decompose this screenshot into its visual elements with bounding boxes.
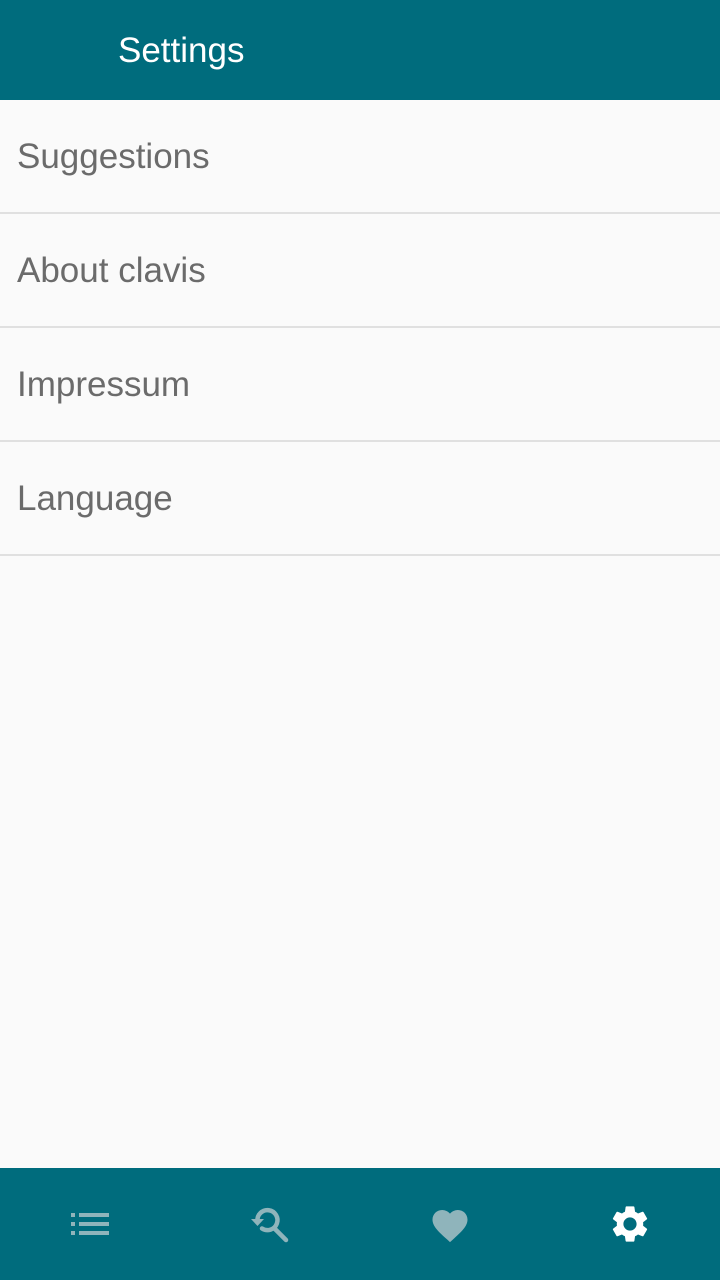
settings-item-about-clavis[interactable]: About clavis — [0, 214, 720, 328]
list-icon — [71, 1213, 109, 1235]
settings-screen: Settings Suggestions About clavis Impres… — [0, 0, 720, 1280]
settings-item-suggestions[interactable]: Suggestions — [0, 100, 720, 214]
nav-tab-search[interactable] — [180, 1168, 360, 1280]
nav-tab-list[interactable] — [0, 1168, 180, 1280]
app-bar: Settings — [0, 0, 720, 100]
heart-icon — [432, 1210, 468, 1243]
settings-list: Suggestions About clavis Impressum Langu… — [0, 100, 720, 556]
search-history-icon — [251, 1207, 289, 1243]
settings-item-label: Impressum — [17, 365, 191, 404]
settings-item-label: About clavis — [17, 251, 206, 290]
bottom-navigation — [0, 1168, 720, 1280]
settings-item-language[interactable]: Language — [0, 442, 720, 556]
nav-tab-favorites[interactable] — [360, 1168, 540, 1280]
settings-item-label: Language — [17, 479, 173, 518]
gear-icon — [612, 1206, 648, 1242]
settings-item-impressum[interactable]: Impressum — [0, 328, 720, 442]
settings-item-label: Suggestions — [17, 137, 210, 176]
page-title: Settings — [118, 31, 245, 70]
nav-tab-settings[interactable] — [540, 1168, 720, 1280]
